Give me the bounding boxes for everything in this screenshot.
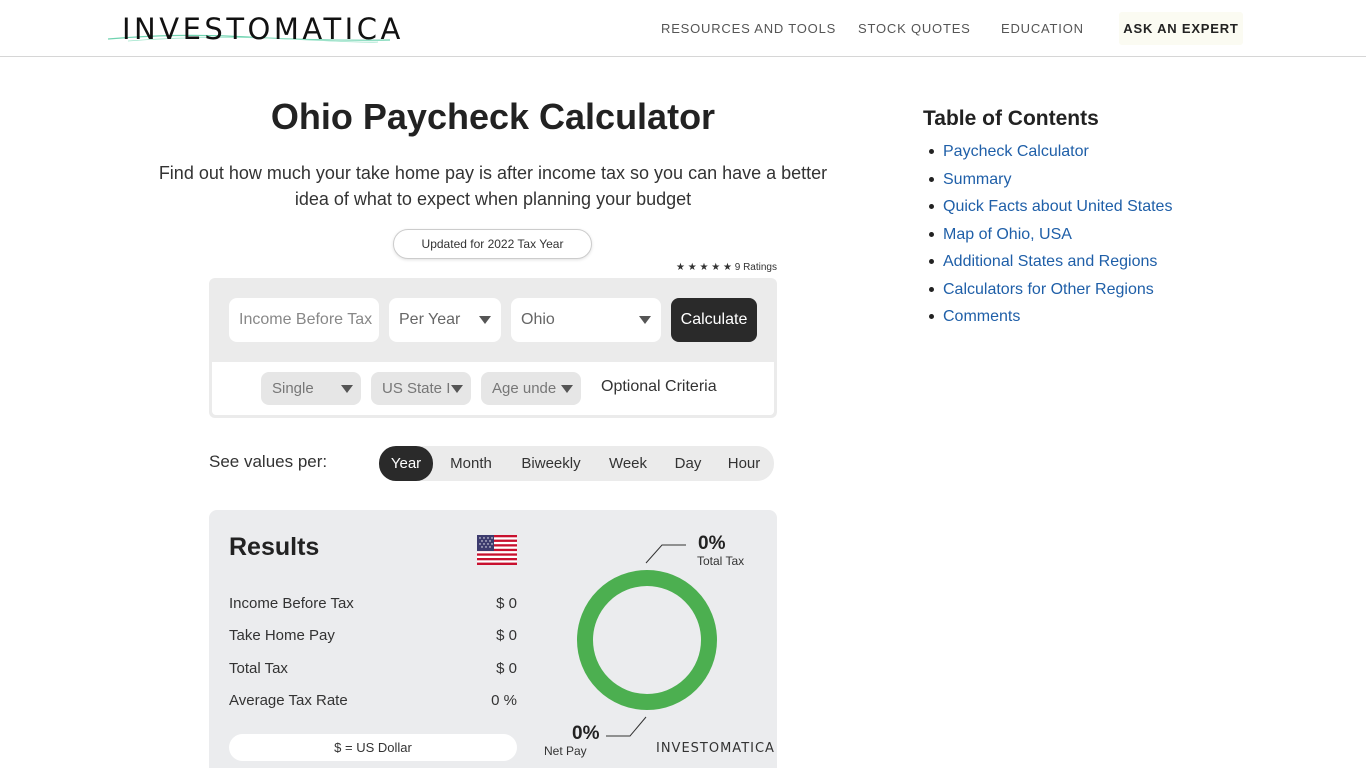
tab-month[interactable]: Month — [440, 446, 502, 481]
tab-week[interactable]: Week — [600, 446, 656, 481]
tab-hour[interactable]: Hour — [720, 446, 768, 481]
age-select[interactable]: Age unde — [481, 372, 581, 405]
site-logo[interactable]: INVESTOMATICA — [108, 6, 400, 46]
page-subtitle: Find out how much your take home pay is … — [158, 163, 828, 209]
chart-watermark: INVESTOMATICA — [656, 741, 775, 756]
updated-badge: Updated for 2022 Tax Year — [393, 229, 592, 259]
period-select[interactable]: Per Year — [389, 298, 501, 342]
take-home-pay-label: Take Home Pay — [229, 627, 335, 644]
chevron-down-icon — [561, 384, 573, 393]
currency-note: $ = US Dollar — [229, 734, 517, 761]
total-tax-label: Total Tax — [229, 660, 288, 677]
chevron-down-icon — [479, 316, 491, 324]
income-placeholder: Income Before Tax — [239, 311, 373, 328]
income-before-tax-label: Income Before Tax — [229, 595, 354, 612]
site-header: INVESTOMATICA RESOURCES AND TOOLS STOCK … — [0, 0, 1366, 57]
tab-year[interactable]: Year — [379, 446, 433, 481]
toc-item-quick-facts[interactable]: Quick Facts about United States — [927, 195, 1172, 223]
average-tax-rate-value: 0 % — [491, 692, 517, 709]
chevron-down-icon — [639, 316, 651, 324]
ask-an-expert-button[interactable]: ASK AN EXPERT — [1119, 12, 1243, 45]
tab-biweekly[interactable]: Biweekly — [512, 446, 590, 481]
period-select-value: Per Year — [399, 311, 461, 328]
state-select-value: Ohio — [521, 311, 555, 328]
total-tax-caption: Total Tax — [697, 554, 745, 568]
total-tax-leader-line — [645, 544, 686, 564]
see-values-label: See values per: — [209, 452, 328, 471]
calculate-button[interactable]: Calculate — [671, 298, 757, 342]
toc-item-summary[interactable]: Summary — [927, 168, 1172, 196]
chevron-down-icon — [341, 384, 353, 393]
toc-item-other-regions[interactable]: Calculators for Other Regions — [927, 278, 1172, 306]
toc-item-map[interactable]: Map of Ohio, USA — [927, 223, 1172, 251]
income-input[interactable]: Income Before Tax — [229, 298, 379, 342]
net-pay-percent: 0% — [572, 723, 600, 744]
toc-item-additional-states[interactable]: Additional States and Regions — [927, 250, 1172, 278]
logo-text: INVESTOMATICA — [122, 12, 404, 46]
toc-title: Table of Contents — [923, 107, 1099, 130]
filing-status-value: Single — [272, 380, 314, 397]
toc-list: Paycheck Calculator Summary Quick Facts … — [927, 140, 1172, 333]
net-pay-leader-line — [606, 716, 647, 737]
average-tax-rate-label: Average Tax Rate — [229, 692, 348, 709]
net-pay-ring — [577, 570, 717, 710]
state-select[interactable]: Ohio — [511, 298, 661, 342]
nav-education[interactable]: EDUCATION — [1001, 21, 1084, 36]
ratings-summary[interactable]: ★ ★ ★ ★ ★ 9 Ratings — [660, 262, 777, 273]
age-value: Age unde — [492, 380, 557, 397]
residency-value: US State I — [382, 380, 451, 397]
toc-item-comments[interactable]: Comments — [927, 305, 1172, 333]
nav-resources-and-tools[interactable]: RESOURCES AND TOOLS — [661, 21, 836, 36]
take-home-pay-value: $ 0 — [496, 627, 517, 644]
results-title: Results — [229, 533, 320, 561]
total-tax-value: $ 0 — [496, 660, 517, 677]
toc-item-paycheck-calculator[interactable]: Paycheck Calculator — [927, 140, 1172, 168]
chevron-down-icon — [451, 384, 463, 393]
net-pay-caption: Net Pay — [544, 744, 587, 758]
income-before-tax-value: $ 0 — [496, 595, 517, 612]
filing-status-select[interactable]: Single — [261, 372, 361, 405]
us-flag-icon — [477, 535, 517, 565]
residency-select[interactable]: US State I — [371, 372, 471, 405]
tab-day[interactable]: Day — [666, 446, 710, 481]
page-title: Ohio Paycheck Calculator — [270, 96, 716, 137]
optional-criteria-toggle[interactable]: Optional Criteria — [601, 378, 717, 396]
total-tax-percent: 0% — [698, 533, 726, 554]
nav-stock-quotes[interactable]: STOCK QUOTES — [858, 21, 971, 36]
